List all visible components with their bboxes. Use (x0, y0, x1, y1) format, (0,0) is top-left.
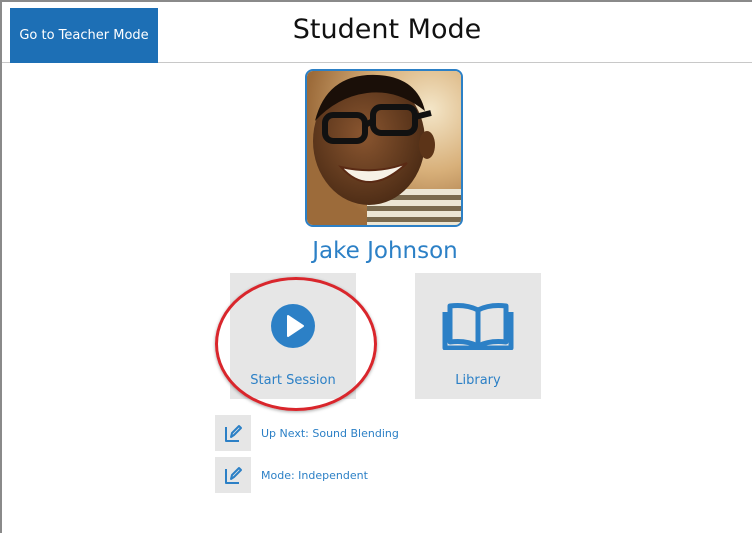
start-session-button[interactable]: Start Session (230, 273, 356, 399)
student-photo (305, 69, 463, 227)
book-icon (442, 301, 514, 351)
edit-mode-button[interactable] (215, 457, 251, 493)
library-button[interactable]: Library (415, 273, 541, 399)
library-label: Library (455, 373, 501, 388)
mode-row: Mode: Independent (215, 457, 368, 493)
up-next-row: Up Next: Sound Blending (215, 415, 399, 451)
top-bar: Go to Teacher Mode Student Mode (2, 2, 752, 63)
student-name: Jake Johnson (312, 238, 458, 264)
page-title: Student Mode (292, 14, 482, 45)
edit-icon (225, 425, 242, 442)
edit-icon (225, 467, 242, 484)
play-icon (269, 301, 317, 351)
edit-up-next-button[interactable] (215, 415, 251, 451)
start-session-label: Start Session (250, 373, 336, 388)
mode-text: Mode: Independent (261, 468, 368, 482)
go-to-teacher-mode-button[interactable]: Go to Teacher Mode (10, 8, 158, 63)
up-next-text: Up Next: Sound Blending (261, 426, 399, 440)
